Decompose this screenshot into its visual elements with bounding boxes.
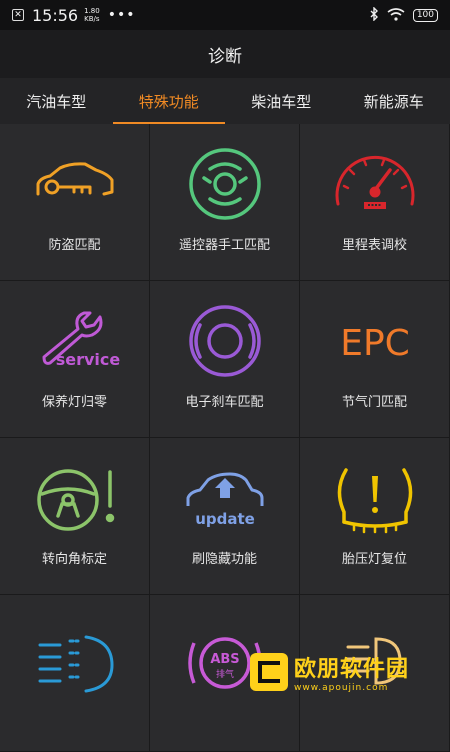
- battery-icon: 100: [413, 9, 438, 22]
- function-anti-theft-match[interactable]: 防盗匹配: [0, 124, 150, 281]
- function-label: 保养灯归零: [0, 391, 149, 410]
- car-key-icon: [30, 146, 120, 224]
- exhaust-icon-text: 排气: [215, 668, 233, 680]
- epc-icon: EPC: [330, 303, 420, 381]
- remote-steering-icon: [180, 146, 270, 224]
- status-icons: 100: [369, 6, 438, 25]
- function-label: 转向角标定: [0, 548, 149, 567]
- page-title-bar: 诊断: [0, 30, 450, 78]
- function-tire-pressure-reset[interactable]: 胎压灯复位: [300, 438, 450, 595]
- update-car-icon: update: [180, 460, 270, 538]
- status-bar: ✕ 15:56 1.80 KB/s ••• 100: [0, 0, 450, 30]
- odometer-gauge-icon: [330, 146, 420, 224]
- light-icon: [330, 617, 420, 695]
- more-dots-icon: •••: [108, 7, 136, 23]
- electronic-brake-icon: [180, 303, 270, 381]
- function-light[interactable]: [300, 595, 450, 752]
- notification-close-icon: ✕: [12, 9, 24, 21]
- function-steering-angle-calibration[interactable]: 转向角标定: [0, 438, 150, 595]
- tab-gasoline[interactable]: 汽油车型: [0, 78, 113, 124]
- service-icon-text: service: [55, 350, 119, 369]
- function-abs-exhaust[interactable]: ABS 排气: [150, 595, 300, 752]
- network-speed: 1.80 KB/s: [84, 7, 100, 23]
- function-label: 防盗匹配: [0, 234, 149, 253]
- abs-icon-text: ABS: [210, 652, 239, 667]
- wrench-service-icon: service: [30, 303, 120, 381]
- page-title: 诊断: [208, 42, 242, 67]
- function-grid: 防盗匹配 遥控器手工匹配 里程表调校: [0, 124, 450, 702]
- headlight-beam-icon: [30, 617, 120, 695]
- function-label: 胎压灯复位: [300, 548, 449, 567]
- function-throttle-match[interactable]: EPC 节气门匹配: [300, 281, 450, 438]
- wifi-icon: [387, 6, 405, 25]
- epc-icon-text: EPC: [340, 323, 410, 364]
- category-tabs: 汽油车型 特殊功能 柴油车型 新能源车: [0, 78, 450, 124]
- steering-warning-icon: [30, 460, 120, 538]
- tire-pressure-icon: [330, 460, 420, 538]
- status-time: 15:56: [32, 6, 78, 25]
- update-icon-text: update: [195, 510, 255, 528]
- function-label: 里程表调校: [300, 234, 449, 253]
- function-electronic-brake-match[interactable]: 电子刹车匹配: [150, 281, 300, 438]
- function-maintenance-reset[interactable]: service 保养灯归零: [0, 281, 150, 438]
- tab-new-energy[interactable]: 新能源车: [338, 78, 450, 124]
- function-headlight[interactable]: [0, 595, 150, 752]
- tab-diesel[interactable]: 柴油车型: [225, 78, 338, 124]
- abs-exhaust-icon: ABS 排气: [180, 617, 270, 695]
- function-label: 电子刹车匹配: [150, 391, 299, 410]
- function-label: 刷隐藏功能: [150, 548, 299, 567]
- function-remote-manual-match[interactable]: 遥控器手工匹配: [150, 124, 300, 281]
- function-label: 遥控器手工匹配: [150, 234, 299, 253]
- function-odometer-calibration[interactable]: 里程表调校: [300, 124, 450, 281]
- function-hidden-features[interactable]: update 刷隐藏功能: [150, 438, 300, 595]
- tab-special-functions[interactable]: 特殊功能: [113, 78, 226, 124]
- function-label: 节气门匹配: [300, 391, 449, 410]
- bluetooth-icon: [369, 6, 379, 25]
